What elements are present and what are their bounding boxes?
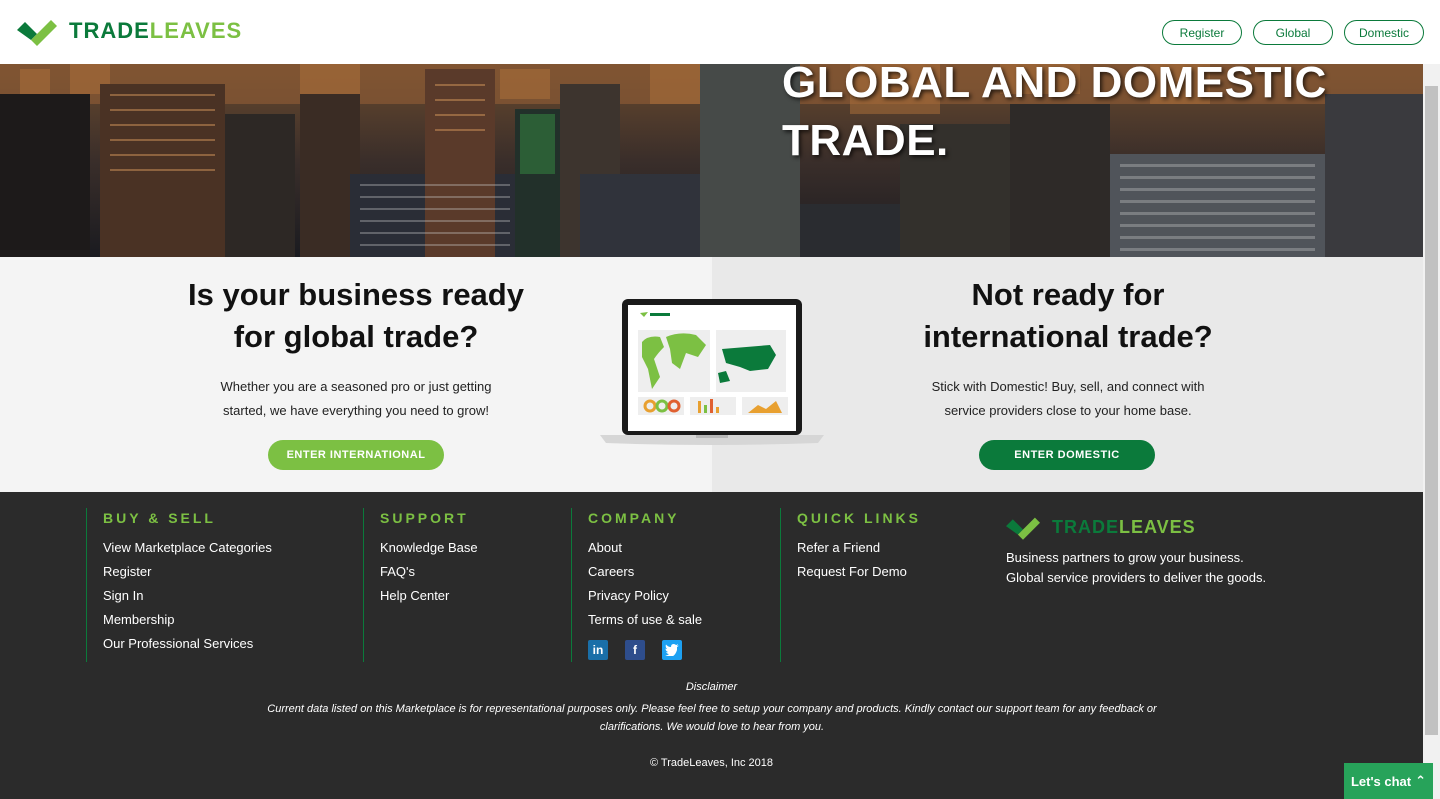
chevron-up-icon: ⌃ [1415, 773, 1427, 788]
twitter-icon[interactable] [662, 640, 682, 660]
international-text-line2: started, we have everything you need to … [223, 403, 489, 418]
international-text-line1: Whether you are a seasoned pro or just g… [220, 379, 492, 394]
hero-banner: GLOBAL AND DOMESTIC TRADE. [0, 64, 1423, 257]
site-footer: BUY & SELL View Marketplace Categories R… [0, 492, 1423, 799]
domestic-text-line2: service providers close to your home bas… [944, 403, 1192, 418]
brand-name-part2: LEAVES [149, 18, 243, 43]
footer-link-about[interactable]: About [588, 536, 780, 560]
chat-label: Let's chat [1350, 773, 1412, 789]
brand-name-part1: TRADE [69, 18, 150, 43]
brand-logo[interactable]: TRADELEAVES [17, 16, 242, 46]
domestic-description: Stick with Domestic! Buy, sell, and conn… [888, 375, 1248, 423]
footer-brand-name-part1: TRADE [1052, 516, 1119, 537]
footer-brand-name: TRADELEAVES [1052, 517, 1196, 538]
global-button[interactable]: Global [1253, 20, 1333, 45]
international-description: Whether you are a seasoned pro or just g… [176, 375, 536, 423]
footer-link-marketplace-categories[interactable]: View Marketplace Categories [103, 536, 364, 560]
footer-link-membership[interactable]: Membership [103, 608, 364, 632]
footer-quick-links-column: QUICK LINKS Refer a Friend Request For D… [780, 508, 989, 662]
leaf-logo-icon [17, 20, 57, 46]
footer-support-title: SUPPORT [380, 510, 469, 526]
footer-buy-sell-column: BUY & SELL View Marketplace Categories R… [86, 508, 364, 662]
footer-tagline-line2: Global service providers to deliver the … [1006, 570, 1267, 585]
footer-support-column: SUPPORT Knowledge Base FAQ's Help Center [363, 508, 572, 662]
domestic-heading: Not ready for international trade? [868, 274, 1268, 358]
social-links: in f [588, 640, 780, 660]
laptop-dashboard-image [600, 299, 824, 445]
trade-choice-section: Is your business ready for global trade?… [0, 257, 1423, 492]
header-nav: Register Global Domestic [1162, 20, 1424, 45]
enter-domestic-button[interactable]: ENTER DOMESTIC [979, 440, 1155, 470]
domestic-heading-line1: Not ready for [971, 277, 1165, 312]
brand-name: TRADELEAVES [69, 18, 242, 44]
footer-link-knowledge-base[interactable]: Knowledge Base [380, 536, 572, 560]
facebook-icon[interactable]: f [625, 640, 645, 660]
footer-logo[interactable]: TRADELEAVES [1006, 514, 1266, 540]
footer-link-professional-services[interactable]: Our Professional Services [103, 632, 364, 656]
footer-tagline: Business partners to grow your business.… [1006, 548, 1266, 588]
hero-title: GLOBAL AND DOMESTIC TRADE. [782, 64, 1327, 170]
international-heading-line1: Is your business ready [188, 277, 524, 312]
domestic-heading-line2: international trade? [923, 319, 1213, 354]
footer-link-privacy-policy[interactable]: Privacy Policy [588, 584, 780, 608]
footer-leaf-logo-icon [1006, 517, 1040, 540]
disclaimer-text: Current data listed on this Marketplace … [267, 703, 1157, 733]
disclaimer-title: Disclaimer [685, 681, 738, 693]
enter-international-button[interactable]: ENTER INTERNATIONAL [268, 440, 444, 470]
footer-buy-sell-title: BUY & SELL [103, 510, 216, 526]
footer-tagline-line1: Business partners to grow your business. [1006, 550, 1244, 565]
page-scrollbar-thumb[interactable] [1425, 86, 1438, 735]
copyright-text: © TradeLeaves, Inc 2018 [649, 757, 774, 769]
international-heading: Is your business ready for global trade? [156, 274, 556, 358]
linkedin-icon[interactable]: in [588, 640, 608, 660]
footer-company-column: COMPANY About Careers Privacy Policy Ter… [571, 508, 780, 662]
hero-title-line2: TRADE. [782, 116, 949, 165]
domestic-button[interactable]: Domestic [1344, 20, 1424, 45]
chat-widget-button[interactable]: Let's chat ⌃ [1344, 763, 1433, 799]
footer-link-register[interactable]: Register [103, 560, 364, 584]
footer-link-faqs[interactable]: FAQ's [380, 560, 572, 584]
footer-quick-links-title: QUICK LINKS [797, 510, 921, 526]
footer-brand-name-part2: LEAVES [1119, 516, 1196, 537]
footer-brand: TRADELEAVES Business partners to grow yo… [1006, 514, 1266, 588]
footer-company-title: COMPANY [588, 510, 680, 526]
footer-link-request-demo[interactable]: Request For Demo [797, 560, 989, 584]
footer-link-help-center[interactable]: Help Center [380, 584, 572, 608]
international-heading-line2: for global trade? [233, 319, 479, 354]
footer-link-careers[interactable]: Careers [588, 560, 780, 584]
footer-link-terms[interactable]: Terms of use & sale [588, 608, 780, 632]
site-header: TRADELEAVES Register Global Domestic [0, 0, 1440, 64]
footer-link-refer-friend[interactable]: Refer a Friend [797, 536, 989, 560]
twitter-bird-icon [665, 644, 679, 656]
domestic-text-line1: Stick with Domestic! Buy, sell, and conn… [931, 379, 1205, 394]
hero-title-line1: GLOBAL AND DOMESTIC [782, 64, 1327, 107]
footer-link-sign-in[interactable]: Sign In [103, 584, 364, 608]
register-button[interactable]: Register [1162, 20, 1242, 45]
